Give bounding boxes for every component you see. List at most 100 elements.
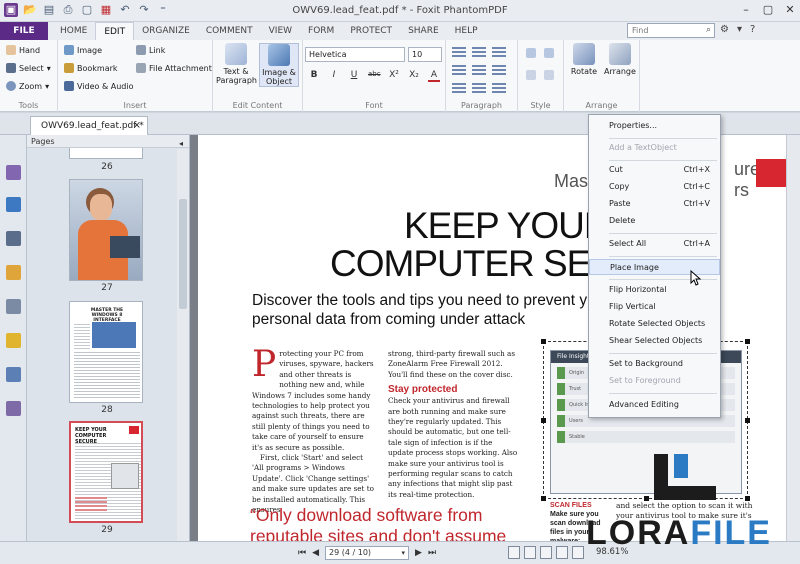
single-page-view-icon[interactable] bbox=[508, 546, 520, 559]
style-button-2[interactable] bbox=[544, 48, 554, 58]
pages-scrollbar[interactable] bbox=[177, 149, 189, 541]
resize-handle[interactable] bbox=[541, 496, 546, 501]
spacing-icon[interactable] bbox=[492, 83, 506, 95]
tab-comment[interactable]: COMMENT bbox=[198, 22, 261, 40]
page-thumbnail-28[interactable]: MASTER THE WINDOWS 8 INTERFACE bbox=[69, 301, 143, 403]
tab-edit[interactable]: EDIT bbox=[95, 22, 135, 40]
attachments-icon[interactable] bbox=[6, 299, 21, 314]
align-left-icon[interactable] bbox=[452, 47, 466, 59]
chevron-down-icon[interactable]: ▾ bbox=[737, 24, 742, 35]
continuous-view-icon[interactable] bbox=[524, 546, 536, 559]
bold-button[interactable]: B bbox=[308, 70, 320, 82]
font-family-select[interactable]: Helvetica bbox=[305, 47, 405, 62]
search-icon[interactable]: ⌕ bbox=[706, 24, 711, 37]
tab-protect[interactable]: PROTECT bbox=[342, 22, 400, 40]
strikethrough-button[interactable]: abc bbox=[368, 70, 381, 82]
file-attachment-button[interactable]: File Attachment bbox=[136, 63, 212, 73]
image-object-button[interactable]: Image & Object bbox=[259, 43, 299, 87]
font-size-select[interactable]: 10 bbox=[408, 47, 442, 62]
layers-icon[interactable] bbox=[6, 231, 21, 246]
content-icon[interactable] bbox=[6, 367, 21, 382]
close-icon[interactable]: ✕ bbox=[784, 3, 796, 16]
insert-link-button[interactable]: Link bbox=[136, 45, 165, 55]
align-right-icon[interactable] bbox=[492, 47, 506, 59]
page-thumbnail-27[interactable] bbox=[69, 179, 143, 281]
arrange-button[interactable]: Arrange bbox=[600, 43, 640, 76]
pull-quote[interactable]: “Only download software from reputable s… bbox=[250, 505, 530, 541]
superscript-button[interactable]: X² bbox=[388, 70, 400, 82]
underline-button[interactable]: U bbox=[348, 70, 360, 82]
select-tool[interactable]: Select ▾ bbox=[6, 63, 51, 73]
gear-icon[interactable]: ⚙ bbox=[720, 24, 729, 35]
menu-item-flip-vertical[interactable]: Flip Vertical bbox=[589, 299, 720, 315]
style-button-4[interactable] bbox=[544, 70, 554, 80]
menu-item-set-background[interactable]: Set to Background bbox=[589, 356, 720, 372]
file-tab[interactable]: FILE bbox=[0, 22, 48, 40]
tab-organize[interactable]: ORGANIZE bbox=[134, 22, 198, 40]
find-input[interactable]: Find ⌕ bbox=[627, 23, 715, 38]
first-page-icon[interactable]: ⏮ bbox=[298, 548, 306, 558]
align-center-icon[interactable] bbox=[472, 47, 486, 59]
font-color-button[interactable]: A bbox=[428, 70, 440, 82]
zoom-tool[interactable]: Zoom ▾ bbox=[6, 81, 49, 91]
next-page-icon[interactable]: ▶ bbox=[415, 548, 422, 558]
menu-item-select-all[interactable]: Select All Ctrl+A bbox=[589, 236, 720, 252]
tab-home[interactable]: HOME bbox=[52, 22, 95, 40]
page-thumbnail-29[interactable]: KEEP YOUR COMPUTER SECURE bbox=[69, 421, 143, 523]
insert-bookmark-button[interactable]: Bookmark bbox=[64, 63, 118, 73]
last-page-icon[interactable]: ⏭ bbox=[428, 548, 436, 558]
continuous-facing-view-icon[interactable] bbox=[556, 546, 568, 559]
security-icon[interactable] bbox=[6, 333, 21, 348]
fit-view-icon[interactable] bbox=[572, 546, 584, 559]
prev-page-icon[interactable]: ◀ bbox=[312, 548, 319, 558]
menu-item-advanced-editing[interactable]: Advanced Editing bbox=[589, 397, 720, 413]
menu-item-shear-selected[interactable]: Shear Selected Objects bbox=[589, 333, 720, 349]
insert-image-button[interactable]: Image bbox=[64, 45, 102, 55]
page-number-input[interactable]: 29 (4 / 10) ▾ bbox=[325, 546, 410, 560]
page-thumbnail-26[interactable] bbox=[69, 148, 143, 159]
article-column-1[interactable]: P rotecting your PC from viruses, spywar… bbox=[252, 347, 376, 516]
article-column-2[interactable]: strong, third-party firewall such as Zon… bbox=[388, 349, 518, 500]
headline-line-2[interactable]: COMPUTER SEC bbox=[330, 243, 617, 285]
close-tab-icon[interactable]: × bbox=[133, 117, 141, 135]
menu-item-properties[interactable]: Properties... bbox=[589, 118, 720, 134]
menu-item-copy[interactable]: Copy Ctrl+C bbox=[589, 179, 720, 195]
style-button-1[interactable] bbox=[526, 48, 536, 58]
rotate-button[interactable]: Rotate bbox=[564, 43, 604, 76]
menu-item-paste[interactable]: Paste Ctrl+V bbox=[589, 196, 720, 212]
chevron-down-icon[interactable]: ▾ bbox=[402, 547, 406, 559]
list-icon[interactable] bbox=[472, 83, 486, 95]
line-spacing-icon[interactable] bbox=[452, 83, 466, 95]
headline-line-1[interactable]: KEEP YOUR bbox=[404, 205, 611, 247]
hand-tool[interactable]: Hand bbox=[6, 45, 40, 55]
tab-help[interactable]: HELP bbox=[447, 22, 486, 40]
pages-icon[interactable] bbox=[6, 197, 21, 212]
resize-handle[interactable] bbox=[541, 418, 546, 423]
document-tab[interactable]: OWV69.lead_feat.pdf * × bbox=[30, 116, 148, 135]
scrollbar-thumb[interactable] bbox=[179, 199, 187, 309]
resize-handle[interactable] bbox=[541, 339, 546, 344]
subscript-button[interactable]: X₂ bbox=[408, 70, 420, 82]
comments-icon[interactable] bbox=[6, 265, 21, 280]
signature-icon[interactable] bbox=[6, 401, 21, 416]
video-audio-button[interactable]: Video & Audio bbox=[64, 81, 133, 91]
menu-item-delete[interactable]: Delete bbox=[589, 213, 720, 229]
indent-icon[interactable] bbox=[472, 65, 486, 77]
style-button-3[interactable] bbox=[526, 70, 536, 80]
maximize-icon[interactable]: ▢ bbox=[762, 3, 774, 16]
tab-form[interactable]: FORM bbox=[300, 22, 342, 40]
italic-button[interactable]: I bbox=[328, 70, 340, 82]
resize-handle[interactable] bbox=[745, 418, 750, 423]
article-subhead[interactable]: Discover the tools and tips you need to … bbox=[252, 291, 612, 329]
text-paragraph-button[interactable]: Text & Paragraph bbox=[216, 43, 257, 85]
resize-handle[interactable] bbox=[745, 339, 750, 344]
justify-icon[interactable] bbox=[452, 65, 466, 77]
menu-item-rotate-selected[interactable]: Rotate Selected Objects bbox=[589, 316, 720, 332]
help-icon[interactable]: ? bbox=[750, 24, 755, 35]
tab-view[interactable]: VIEW bbox=[261, 22, 300, 40]
outdent-icon[interactable] bbox=[492, 65, 506, 77]
minimize-icon[interactable]: – bbox=[740, 3, 752, 16]
bookmarks-icon[interactable] bbox=[6, 165, 21, 180]
tab-share[interactable]: SHARE bbox=[400, 22, 447, 40]
facing-view-icon[interactable] bbox=[540, 546, 552, 559]
